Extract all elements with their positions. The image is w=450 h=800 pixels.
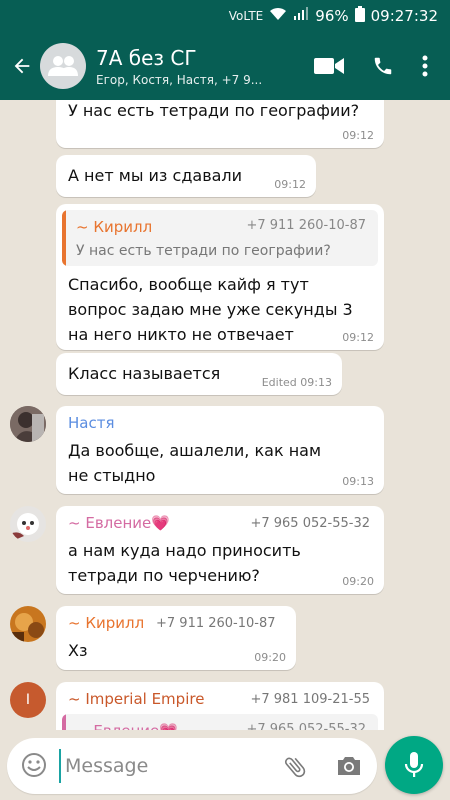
quoted-phone: +7 965 052-55-32	[246, 722, 366, 730]
quote-bar	[62, 210, 66, 266]
avatar[interactable]	[10, 406, 46, 442]
group-avatar[interactable]	[40, 43, 86, 89]
message-text-line: Да вообще, ашалели, как нам	[68, 441, 322, 460]
status-bar: VoLTE 96% 09:27:32	[0, 0, 450, 32]
message-text-line: Спасибо, вообще кайф я тут	[68, 275, 309, 294]
volte-icon: VoLTE	[228, 9, 264, 23]
message-time: 09:12	[342, 129, 374, 142]
wifi-icon	[269, 7, 287, 25]
message-bubble[interactable]: ~ Кирилл +7 911 260-10-87 Хз 09:20	[56, 606, 296, 670]
message-bubble[interactable]: А нет мы из сдавали 09:12	[56, 155, 316, 197]
attach-button[interactable]	[282, 754, 308, 784]
message-text: Класс называется	[68, 364, 221, 383]
sender-name[interactable]: ~ Imperial Empire	[68, 690, 204, 708]
voice-call-button[interactable]	[372, 55, 394, 77]
message-list[interactable]: У нас есть тетради по географии? 09:12 А…	[0, 100, 450, 730]
sender-phone: +7 981 109-21-55	[250, 692, 370, 707]
chat-title-block[interactable]: 7А без СГ Егор, Костя, Настя, +7 9...	[96, 46, 296, 87]
signal-icon	[293, 7, 309, 25]
message-time: 09:13	[342, 475, 374, 488]
message-bubble[interactable]: ~ Imperial Empire +7 981 109-21-55 ~ Евл…	[56, 682, 384, 730]
user-photo-icon	[10, 506, 46, 542]
chat-members: Егор, Костя, Настя, +7 9...	[96, 72, 263, 87]
quoted-sender: ~ Евление💗	[76, 722, 178, 730]
quoted-text: У нас есть тетради по географии?	[76, 243, 331, 259]
message-input-box[interactable]	[7, 738, 377, 794]
avatar[interactable]: I	[10, 682, 46, 718]
message-text-line: на него никто не отвечает	[68, 325, 294, 344]
edited-label: Edited	[261, 376, 297, 389]
camera-icon	[338, 757, 360, 775]
quoted-message[interactable]: ~ Кирилл +7 911 260-10-87 У нас есть тет…	[62, 210, 378, 266]
avatar[interactable]	[10, 606, 46, 642]
message-text: А нет мы из сдавали	[68, 166, 243, 185]
more-options-button[interactable]	[422, 55, 428, 77]
quoted-phone: +7 911 260-10-87	[246, 218, 366, 233]
chat-header: 7А без СГ Егор, Костя, Настя, +7 9...	[0, 32, 450, 100]
message-time: 09:12	[274, 178, 306, 191]
phone-icon	[374, 57, 392, 75]
clock: 09:27:32	[370, 7, 438, 25]
group-icon	[48, 56, 78, 76]
message-input[interactable]	[59, 749, 259, 783]
quoted-message[interactable]: ~ Евление💗 +7 965 052-55-32	[62, 714, 378, 730]
message-bubble[interactable]: Настя Да вообще, ашалели, как нам не сты…	[56, 406, 384, 494]
quoted-sender: ~ Кирилл	[76, 218, 153, 236]
kebab-menu-icon	[422, 55, 428, 77]
chat-title: 7А без СГ	[96, 45, 197, 70]
battery-icon	[354, 6, 365, 26]
avatar[interactable]	[10, 506, 46, 542]
user-photo-icon	[10, 606, 46, 642]
message-time: 09:12	[342, 331, 374, 344]
message-text: У нас есть тетради по географии?	[68, 101, 360, 120]
sender-name[interactable]: Настя	[68, 414, 114, 432]
voice-message-button[interactable]	[385, 736, 443, 794]
message-time: 09:20	[342, 575, 374, 588]
message-bubble[interactable]: У нас есть тетради по географии? 09:12	[56, 100, 384, 148]
message-text-line: а нам куда надо приносить	[68, 541, 301, 560]
emoji-button[interactable]	[21, 752, 47, 782]
sender-phone: +7 911 260-10-87	[156, 616, 276, 631]
video-call-button[interactable]	[314, 56, 344, 76]
sender-phone: +7 965 052-55-32	[250, 516, 370, 531]
message-text-line: не стыдно	[68, 466, 156, 485]
arrow-left-icon	[14, 58, 30, 74]
microphone-icon	[404, 752, 424, 777]
emoji-icon	[22, 753, 46, 777]
back-button[interactable]	[4, 32, 40, 100]
sender-name[interactable]: ~ Кирилл	[68, 614, 144, 632]
message-text-line: вопрос задаю мне уже секунды 3	[68, 300, 353, 319]
message-text-line: тетради по черчению?	[68, 566, 260, 585]
paperclip-icon	[284, 757, 306, 778]
battery-level: 96%	[315, 7, 349, 25]
message-bubble[interactable]: Класс называется Edited 09:13	[56, 353, 342, 395]
message-text: Хз	[68, 641, 88, 660]
video-camera-icon	[314, 58, 344, 74]
message-bubble[interactable]: ~ Евление💗 +7 965 052-55-32 а нам куда н…	[56, 506, 384, 594]
message-time: 09:13	[300, 376, 332, 389]
avatar-letter: I	[25, 692, 31, 708]
composer	[0, 730, 450, 800]
message-time: 09:20	[254, 651, 286, 664]
message-bubble[interactable]: ~ Кирилл +7 911 260-10-87 У нас есть тет…	[56, 204, 384, 350]
quote-bar	[62, 714, 66, 730]
camera-button[interactable]	[336, 754, 362, 782]
user-photo-icon	[10, 406, 46, 442]
sender-name[interactable]: ~ Евление💗	[68, 514, 170, 532]
